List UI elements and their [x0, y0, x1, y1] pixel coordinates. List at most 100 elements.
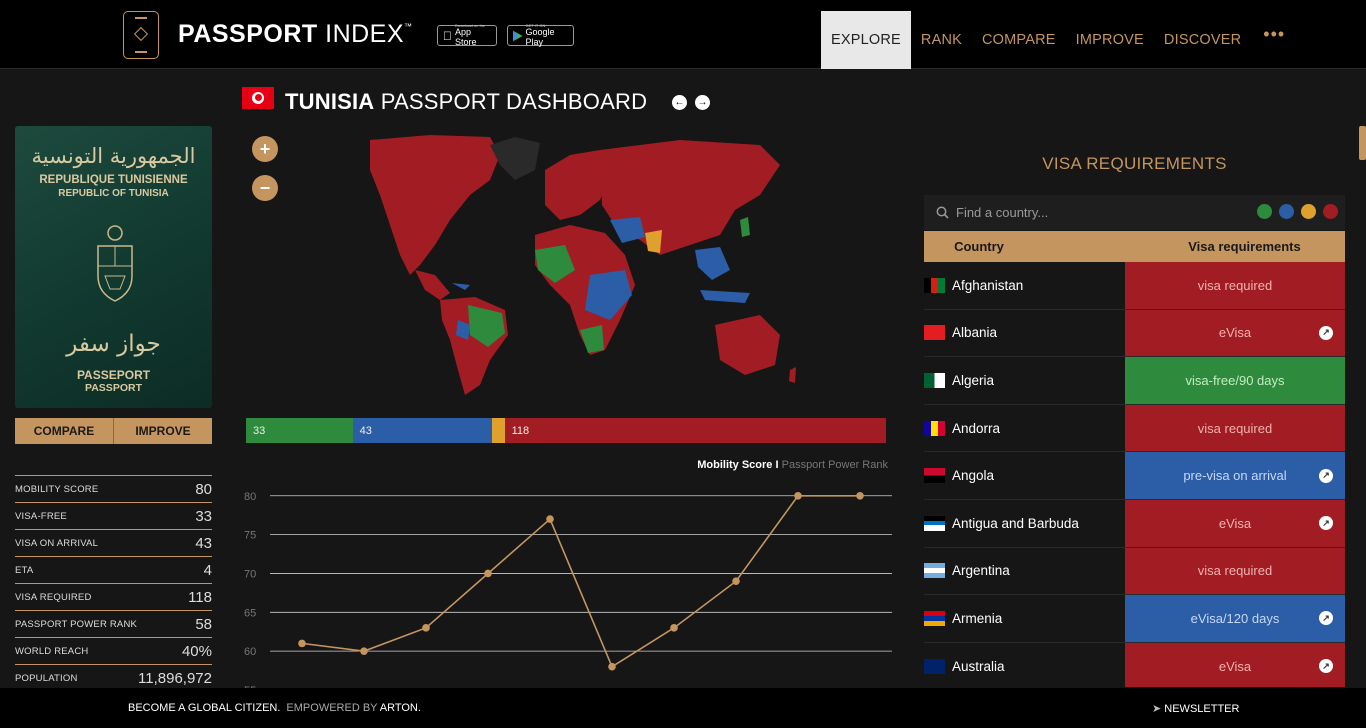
visa-table-row[interactable]: Andorra visa required: [924, 404, 1345, 453]
column-visa-requirements[interactable]: Visa requirements: [1034, 231, 1345, 262]
data-point[interactable]: [546, 515, 554, 523]
visa-requirement-cell[interactable]: visa required: [1125, 262, 1345, 309]
improve-button[interactable]: IMPROVE: [113, 418, 212, 444]
stat-population: POPULATION 11,896,972: [15, 664, 212, 691]
country-cell[interactable]: Argentina: [924, 547, 1125, 595]
passport-arabic-word: جواز سفر: [66, 331, 161, 357]
distribution-segment-eta[interactable]: [491, 418, 505, 443]
country-cell[interactable]: Australia: [924, 642, 1125, 687]
map-australia: [715, 315, 780, 375]
more-menu-icon[interactable]: •••: [1251, 24, 1297, 45]
visa-table-row[interactable]: Afghanistan visa required: [924, 262, 1345, 310]
nav-compare[interactable]: COMPARE: [972, 11, 1066, 69]
page-scrollbar[interactable]: [1359, 126, 1366, 160]
visa-table-row[interactable]: Antigua and Barbuda eVisa ↗: [924, 499, 1345, 548]
world-map[interactable]: [340, 125, 820, 400]
y-tick-label: 75: [244, 530, 256, 542]
visa-requirement-text: eVisa/120 days: [1190, 610, 1280, 626]
visa-requirement-cell[interactable]: pre-visa on arrival ↗: [1125, 452, 1345, 499]
country-cell[interactable]: Algeria: [924, 357, 1125, 404]
paper-plane-icon: ➤: [1152, 703, 1162, 715]
country-cell[interactable]: Afghanistan: [924, 262, 1125, 309]
visa-table-row[interactable]: Australia eVisa ↗: [924, 642, 1345, 687]
data-point[interactable]: [670, 624, 678, 632]
nav-discover[interactable]: DISCOVER: [1154, 11, 1251, 69]
map-north-america: [370, 135, 500, 275]
zoom-in-button[interactable]: +: [252, 136, 278, 162]
visa-table-row[interactable]: Algeria visa-free/90 days: [924, 357, 1345, 405]
search-icon: [936, 206, 949, 219]
country-name: Australia: [952, 658, 1005, 674]
visa-requirement-text: eVisa: [1218, 515, 1252, 531]
data-point[interactable]: [794, 491, 802, 500]
visa-table-row[interactable]: Angola pre-visa on arrival ↗: [924, 452, 1345, 500]
visa-requirement-cell[interactable]: eVisa ↗: [1125, 309, 1345, 357]
visa-requirement-text: eVisa: [1218, 658, 1252, 674]
data-point[interactable]: [360, 647, 368, 655]
visa-table-row[interactable]: Armenia eVisa/120 days ↗: [924, 595, 1345, 643]
visa-table-header: Country Visa requirements: [924, 231, 1345, 262]
external-link-icon[interactable]: ↗: [1319, 611, 1333, 626]
country-cell[interactable]: Albania: [924, 309, 1125, 357]
visa-requirement-cell[interactable]: visa required: [1125, 547, 1345, 595]
data-point[interactable]: [608, 662, 616, 671]
data-point[interactable]: [422, 624, 430, 632]
visa-table-row[interactable]: Argentina visa required: [924, 547, 1345, 596]
legend-mobility-score[interactable]: Mobility Score: [697, 459, 772, 471]
external-link-icon[interactable]: ↗: [1319, 468, 1333, 483]
google-play-badge[interactable]: GET IT ON Google Play: [507, 23, 574, 46]
country-flag-icon: [924, 563, 945, 579]
data-point[interactable]: [732, 577, 740, 586]
distribution-segment-visa-required[interactable]: 118: [504, 418, 886, 443]
visa-requirement-cell[interactable]: visa-free/90 days: [1125, 357, 1345, 404]
newsletter-link[interactable]: ➤ NEWSLETTER: [1152, 702, 1239, 715]
visa-table-row[interactable]: Albania eVisa ↗: [924, 309, 1345, 358]
country-cell[interactable]: Antigua and Barbuda: [924, 499, 1125, 547]
app-store-badge[interactable]:  Download on theApp Store: [437, 23, 497, 46]
map-central-america: [415, 270, 450, 300]
next-country-button[interactable]: →: [695, 95, 710, 110]
distribution-segment-visa-on-arrival[interactable]: 43: [352, 418, 492, 443]
visa-table: Afghanistan visa required Albania eVisa ↗ Alg…: [924, 262, 1345, 687]
legend-power-rank[interactable]: Passport Power Rank: [782, 459, 888, 471]
external-link-icon[interactable]: ↗: [1319, 516, 1333, 531]
country-cell[interactable]: Armenia: [924, 595, 1125, 642]
nav-improve[interactable]: IMPROVE: [1066, 11, 1154, 69]
prev-country-button[interactable]: ←: [672, 95, 687, 110]
country-flag-icon: [924, 610, 945, 626]
data-point[interactable]: [856, 491, 864, 500]
nav-explore[interactable]: EXPLORE: [821, 11, 911, 69]
stat-visa-free: VISA-FREE 33: [15, 502, 212, 529]
country-name: Afghanistan: [952, 277, 1024, 293]
nav-rank[interactable]: RANK: [911, 11, 972, 69]
visa-requirement-cell[interactable]: eVisa ↗: [1125, 642, 1345, 687]
external-link-icon[interactable]: ↗: [1319, 325, 1333, 340]
zoom-out-button[interactable]: −: [252, 175, 278, 201]
filter-eta-dot[interactable]: [1301, 204, 1316, 219]
visa-requirement-cell[interactable]: eVisa ↗: [1125, 499, 1345, 547]
map-east-africa: [585, 270, 632, 320]
country-cell[interactable]: Angola: [924, 452, 1125, 499]
compare-button[interactable]: COMPARE: [15, 418, 113, 444]
filter-visa-free-dot[interactable]: [1257, 204, 1272, 219]
passport-index-logo-icon[interactable]: [123, 11, 159, 59]
data-point[interactable]: [484, 569, 492, 578]
data-point[interactable]: [298, 639, 306, 648]
stat-mobility-score: MOBILITY SCORE 80: [15, 475, 212, 502]
map-caribbean: [452, 283, 470, 290]
filter-visa-required-dot[interactable]: [1323, 204, 1338, 219]
visa-requirement-cell[interactable]: eVisa/120 days ↗: [1125, 595, 1345, 642]
distribution-segment-visa-free[interactable]: 33: [246, 418, 353, 443]
arton-link[interactable]: ARTON.: [380, 702, 421, 714]
column-country[interactable]: Country: [924, 231, 1034, 262]
apple-icon: : [443, 29, 452, 43]
filter-visa-on-arrival-dot[interactable]: [1279, 204, 1294, 219]
visa-requirement-text: visa-free/90 days: [1185, 372, 1285, 388]
external-link-icon[interactable]: ↗: [1319, 659, 1333, 674]
brand-logo-text[interactable]: PASSPORT INDEX™: [178, 20, 413, 49]
country-cell[interactable]: Andorra: [924, 404, 1125, 452]
coat-of-arms-icon: [97, 225, 133, 302]
visa-requirement-cell[interactable]: visa required: [1125, 404, 1345, 452]
y-tick-label: 80: [244, 491, 256, 503]
country-search-input[interactable]: [956, 202, 1256, 222]
